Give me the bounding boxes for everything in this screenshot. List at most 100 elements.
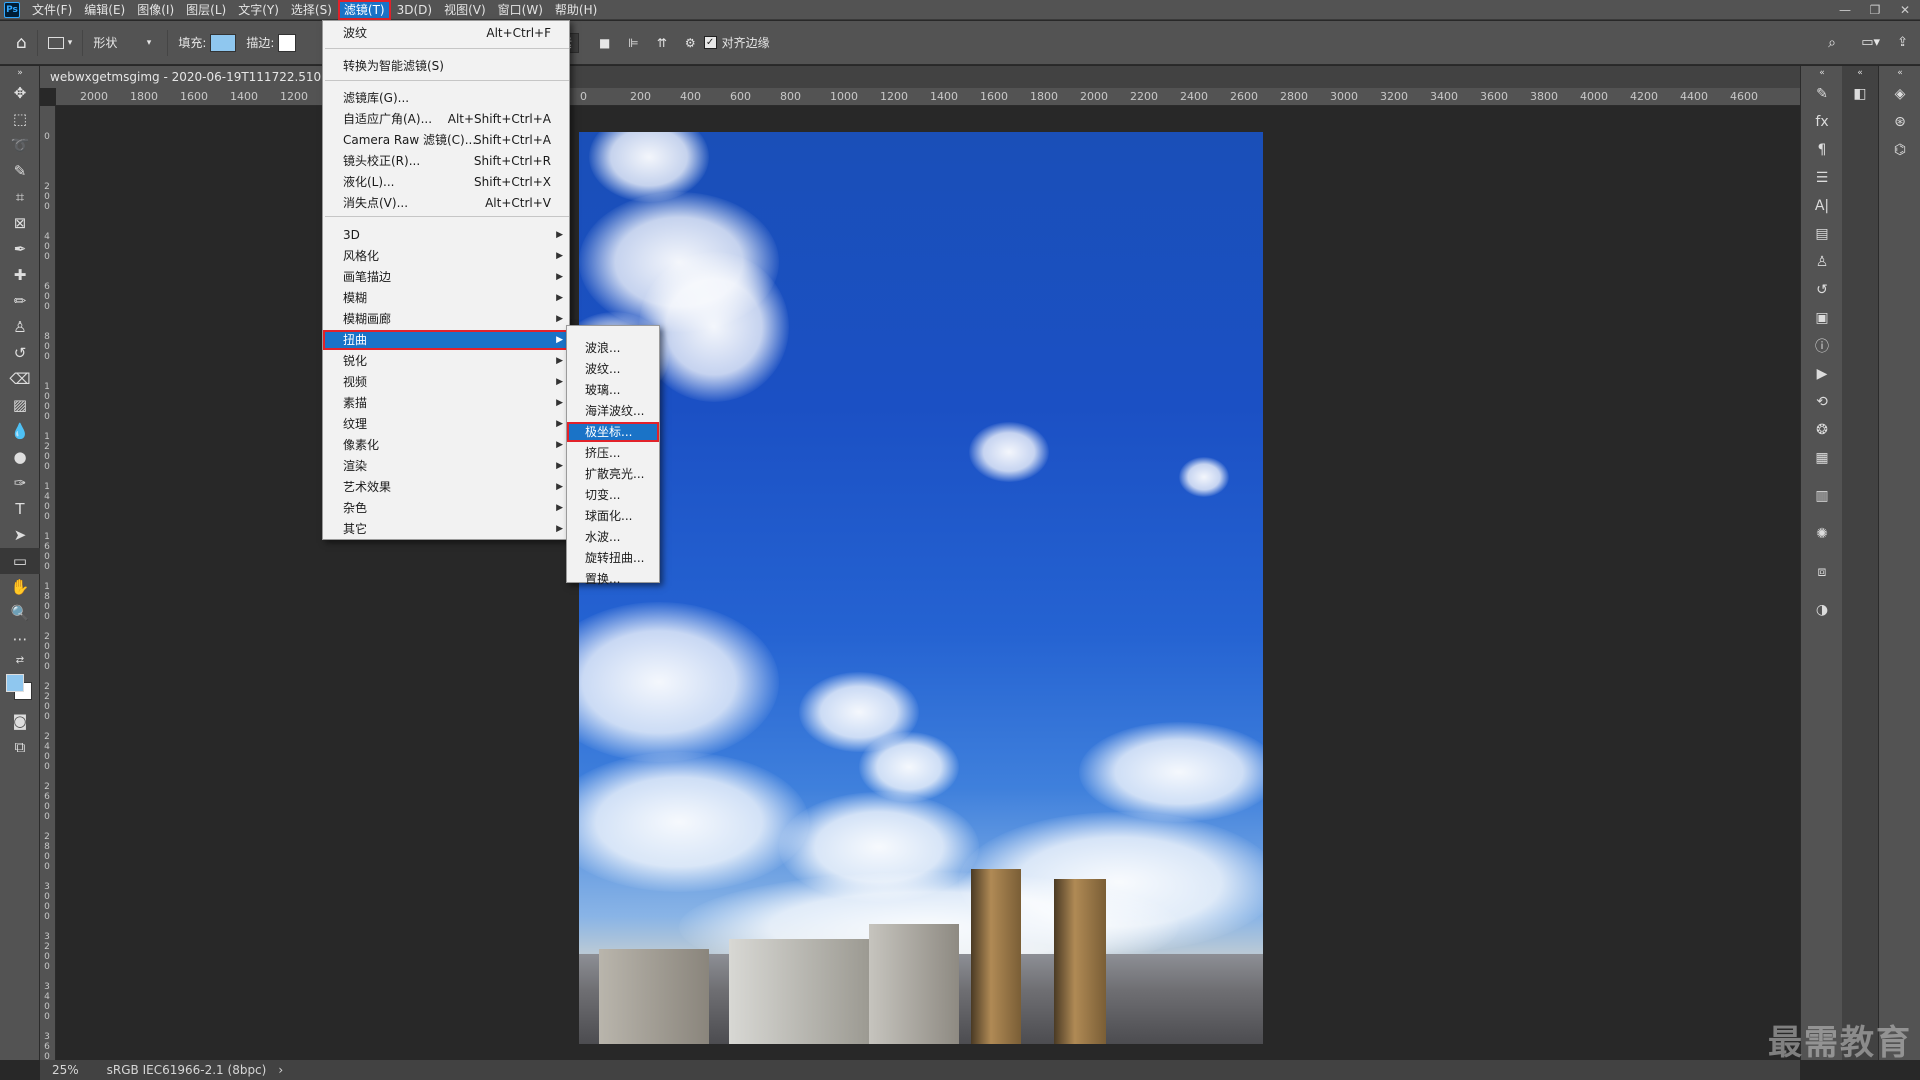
distort-submenu-item[interactable]: 球面化... [567,506,659,526]
screen-mode-icon[interactable]: ⧉ [0,734,40,760]
filter-menu-item[interactable]: 3D ▶ [323,225,569,245]
notes-icon[interactable]: ▥ [1801,482,1843,510]
filter-menu-item[interactable]: 锐化 ▶ [323,351,569,371]
filter-menu-item[interactable]: 杂色 ▶ [323,498,569,518]
table-icon[interactable]: ▦ [1801,444,1843,472]
restore-button[interactable]: ❐ [1860,0,1890,20]
filter-menu-item[interactable]: 液化(L)... Shift+Ctrl+X [323,172,569,192]
gear-icon[interactable]: ⚙ [685,36,696,50]
tool-preset-picker[interactable]: ▾ [47,36,72,49]
filter-menu-item[interactable]: 模糊画廊 ▶ [323,309,569,329]
filter-menu-item[interactable]: 模糊 ▶ [323,288,569,308]
filter-menu-item[interactable]: 自适应广角(A)... Alt+Shift+Ctrl+A [323,109,569,129]
photoshop-logo-icon[interactable]: Ps [4,1,20,18]
share-icon[interactable]: ⇪ [1897,35,1908,50]
libraries-icon[interactable]: ▤ [1801,220,1843,248]
adjustments-icon[interactable]: ☰ [1801,164,1843,192]
search-icon[interactable]: ⌕ [1828,35,1836,51]
distort-submenu-item[interactable]: 切变... [567,485,659,505]
paragraph-icon[interactable]: ¶ [1801,136,1843,164]
distort-submenu-item[interactable]: 波浪... [567,338,659,358]
filter-menu-item[interactable]: 消失点(V)... Alt+Ctrl+V [323,193,569,213]
distort-submenu-item[interactable]: 挤压... [567,443,659,463]
filter-menu-item[interactable]: 像素化 ▶ [323,435,569,455]
pen-tool-icon[interactable]: ✑ [0,470,40,496]
status-menu-arrow-icon[interactable]: › [278,1063,283,1077]
menu-5[interactable]: 选择(S) [285,0,338,20]
clone-stamp-tool-icon[interactable]: ♙ [0,314,40,340]
filter-menu-item[interactable]: 素描 ▶ [323,393,569,413]
collapse-icon[interactable]: « [1879,66,1920,80]
distort-submenu-item[interactable]: 水波... [567,527,659,547]
path-alignment-icon[interactable]: ⊫ [628,36,638,50]
brush-settings-icon[interactable]: ✎ [1801,80,1843,108]
filter-menu-item[interactable]: 艺术效果 ▶ [323,477,569,497]
character-icon[interactable]: A| [1801,192,1843,220]
collapse-icon[interactable]: » [0,66,40,80]
distort-submenu-item[interactable]: 旋转扭曲... [567,548,659,568]
gradient-tool-icon[interactable]: ▨ [0,392,40,418]
quick-mask-icon[interactable]: ◙ [0,708,40,734]
minimize-button[interactable]: — [1830,0,1860,20]
menu-4[interactable]: 文字(Y) [232,0,285,20]
sun-icon[interactable]: ✺ [1801,520,1843,548]
menu-6[interactable]: 滤镜(T) [337,0,391,20]
collapse-icon[interactable]: « [1842,66,1878,80]
menu-8[interactable]: 视图(V) [438,0,492,20]
filter-menu-item[interactable]: 镜头校正(R)... Shift+Ctrl+R [323,151,569,171]
dodge-tool-icon[interactable]: ● [0,444,40,470]
filter-menu-item[interactable]: Camera Raw 滤镜(C)... Shift+Ctrl+A [323,130,569,150]
menu-2[interactable]: 图像(I) [131,0,180,20]
quick-selection-tool-icon[interactable]: ✎ [0,158,40,184]
stroke-color-swatch[interactable] [278,33,297,52]
foreground-color-swatch[interactable] [6,674,24,692]
styles-icon[interactable]: fx [1801,108,1843,136]
3d-icon[interactable]: ❂ [1801,416,1843,444]
info-icon[interactable]: ⓘ [1801,332,1843,360]
marquee-tool-icon[interactable]: ⬚ [0,106,40,132]
channels-icon[interactable]: ⊛ [1879,108,1920,136]
more-tools-icon[interactable]: ⋯ [0,626,40,652]
filter-menu-item[interactable]: 画笔描边 ▶ [323,267,569,287]
fill-color-swatch[interactable] [210,33,237,52]
type-tool-icon[interactable]: T [0,496,40,522]
filter-menu-item[interactable]: 渲染 ▶ [323,456,569,476]
healing-brush-tool-icon[interactable]: ✚ [0,262,40,288]
menu-1[interactable]: 编辑(E) [78,0,131,20]
actions-icon[interactable]: ▶ [1801,360,1843,388]
menu-7[interactable]: 3D(D) [391,0,438,20]
filter-menu-item[interactable]: 扭曲 ▶ [323,330,569,350]
history-icon[interactable]: ↺ [1801,276,1843,304]
filter-menu-item[interactable]: 视频 ▶ [323,372,569,392]
glyphs-icon[interactable]: ⧈ [1801,558,1843,586]
shape-mode-select[interactable]: 形状 ▾ [87,32,158,53]
filter-menu-item[interactable]: 风格化 ▶ [323,246,569,266]
menu-9[interactable]: 窗口(W) [492,0,549,20]
path-operations-icon[interactable]: ■ [599,36,610,50]
eyedropper-tool-icon[interactable]: ✒ [0,236,40,262]
move-tool-icon[interactable]: ✥ [0,80,40,106]
canvas-area[interactable] [57,107,1800,1060]
menu-0[interactable]: 文件(F) [26,0,78,20]
menu-10[interactable]: 帮助(H) [549,0,603,20]
timeline-icon[interactable]: ⟲ [1801,388,1843,416]
lasso-tool-icon[interactable]: ➰ [0,132,40,158]
collapse-icon[interactable]: « [1801,66,1843,80]
distort-submenu-item[interactable]: 极坐标... [567,422,659,442]
distort-submenu-item[interactable]: 扩散亮光... [567,464,659,484]
path-arrangement-icon[interactable]: ⇈ [657,36,667,50]
rectangle-tool-icon[interactable]: ▭ [0,548,40,574]
distort-submenu-item[interactable]: 海洋波纹... [567,401,659,421]
compass-icon[interactable]: ◑ [1801,596,1843,624]
filter-menu-item[interactable]: 其它 ▶ [323,519,569,539]
document-tab[interactable]: webwxgetmsgimg - 2020-06-19T111722.510.j… [40,66,330,88]
brush-tool-icon[interactable]: ✏ [0,288,40,314]
close-button[interactable]: ✕ [1890,0,1920,20]
distort-submenu-item[interactable]: 置换... [567,569,659,589]
path-selection-tool-icon[interactable]: ➤ [0,522,40,548]
filter-menu-item[interactable]: 波纹 Alt+Ctrl+F [323,23,569,43]
home-icon[interactable]: ⌂ [16,33,27,53]
layers-icon[interactable]: ◈ [1879,80,1920,108]
filter-menu-item[interactable]: 转换为智能滤镜(S) [323,56,569,76]
frame-tool-icon[interactable]: ⊠ [0,210,40,236]
